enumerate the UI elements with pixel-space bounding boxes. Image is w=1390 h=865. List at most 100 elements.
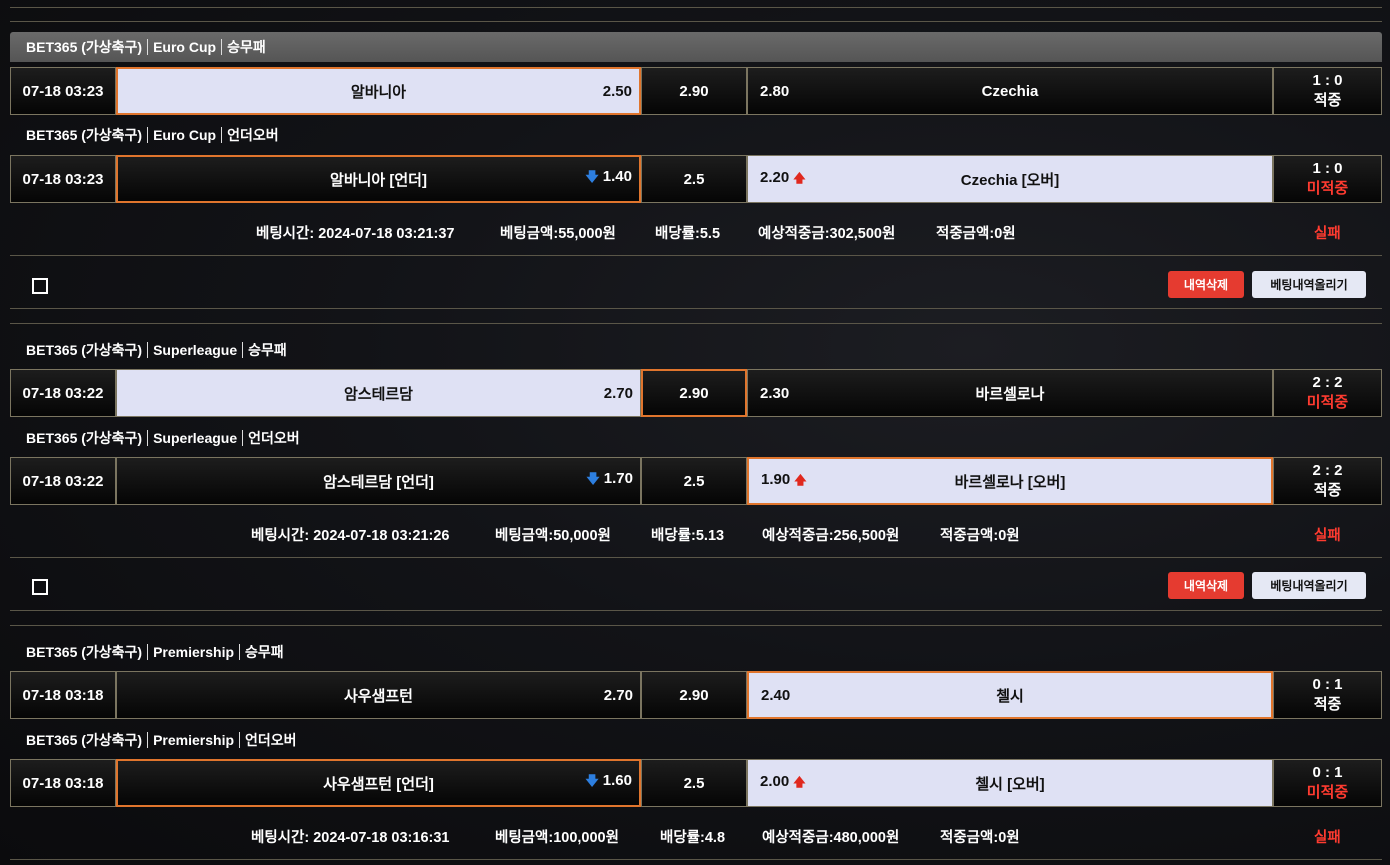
- checkbox-icon[interactable]: [32, 278, 48, 294]
- home-odds: 1.40: [602, 168, 632, 185]
- league-label: Premiership: [153, 732, 235, 748]
- home-odds: 2.70: [603, 686, 633, 704]
- group-header: BET365 (가상축구) Premiership 언더오버: [10, 725, 1382, 755]
- post-history-button[interactable]: 베팅내역올리기: [1252, 572, 1366, 599]
- arrow-down-icon: 🡇: [586, 471, 600, 486]
- away-option[interactable]: 2.20 🡅 Czechia [오버]: [747, 155, 1273, 203]
- home-odds: 1.60: [602, 772, 632, 789]
- home-option[interactable]: 암스테르담 2.70: [116, 369, 641, 417]
- delete-history-button[interactable]: 내역삭제: [1168, 572, 1244, 599]
- market-label: 언더오버: [227, 127, 279, 143]
- group-header: BET365 (가상축구) Euro Cup 승무패: [10, 32, 1382, 62]
- score: 0 : 1: [1312, 676, 1343, 693]
- bet-summary: 베팅시간: 2024-07-18 03:16:31 베팅금액:100,000원 …: [10, 820, 1382, 850]
- won-amount: 적중금액:0원: [940, 528, 1020, 544]
- bet-actions: 내역삭제 베팅내역올리기: [10, 270, 1382, 300]
- bet-time: 베팅시간: 2024-07-18 03:21:26: [251, 528, 450, 544]
- match-time: 07-18 03:23: [10, 155, 116, 203]
- draw-option[interactable]: 2.90: [641, 671, 747, 719]
- away-team: 첼시 [오버]: [975, 775, 1045, 793]
- bet-time: 베팅시간: 2024-07-18 03:21:37: [256, 226, 455, 242]
- result-cell: 1 : 0 미적중: [1273, 155, 1382, 203]
- home-odds: 2.50: [602, 82, 632, 100]
- away-team: 바르셀로나 [오버]: [954, 473, 1066, 491]
- bet-result: 실패: [1314, 830, 1341, 846]
- away-team: Czechia: [981, 82, 1039, 100]
- arrow-down-icon: 🡇: [585, 169, 599, 184]
- home-team: 사우샘프턴: [343, 687, 413, 705]
- bet-row: 07-18 03:23 알바니아 [언더] 🡇 1.40 2.5 2.20 🡅 Cz…: [10, 155, 1382, 203]
- expected-payout: 예상적중금:480,000원: [762, 830, 900, 846]
- draw-option[interactable]: 2.5: [641, 759, 747, 807]
- post-history-button[interactable]: 베팅내역올리기: [1252, 271, 1366, 298]
- away-team: Czechia [오버]: [960, 171, 1060, 189]
- draw-option[interactable]: 2.90: [641, 67, 747, 115]
- score: 2 : 2: [1312, 462, 1343, 479]
- match-time: 07-18 03:18: [10, 759, 116, 807]
- score: 0 : 1: [1312, 764, 1343, 781]
- bet-rate: 배당률:5.5: [655, 226, 721, 242]
- bet-actions: 내역삭제 베팅내역올리기: [10, 571, 1382, 601]
- market-label: 승무패: [227, 39, 266, 55]
- result-cell: 2 : 2 미적중: [1273, 369, 1382, 417]
- league-label: Euro Cup: [153, 39, 217, 55]
- status-badge: 미적중: [1306, 180, 1349, 197]
- bet-row: 07-18 03:22 암스테르담 [언더] 🡇 1.70 2.5 1.90 🡅 바…: [10, 457, 1382, 505]
- draw-option[interactable]: 2.5: [641, 457, 747, 505]
- expected-payout: 예상적중금:256,500원: [762, 528, 900, 544]
- score: 2 : 2: [1312, 374, 1343, 391]
- checkbox-icon[interactable]: [32, 579, 48, 595]
- provider-label: BET365 (가상축구): [26, 430, 143, 446]
- bet-rate: 배당률:5.13: [651, 528, 725, 544]
- home-option[interactable]: 알바니아 [언더] 🡇 1.40: [116, 155, 641, 203]
- divider: [10, 557, 1382, 558]
- score: 1 : 0: [1312, 160, 1343, 177]
- bet-summary: 베팅시간: 2024-07-18 03:21:37 베팅금액:55,000원 배…: [10, 216, 1382, 246]
- away-option[interactable]: 2.40 첼시: [747, 671, 1273, 719]
- away-option[interactable]: 1.90 🡅 바르셀로나 [오버]: [747, 457, 1273, 505]
- divider: [10, 255, 1382, 256]
- result-cell: 0 : 1 미적중: [1273, 759, 1382, 807]
- provider-label: BET365 (가상축구): [26, 342, 143, 358]
- won-amount: 적중금액:0원: [936, 226, 1016, 242]
- market-label: 승무패: [248, 342, 287, 358]
- score: 1 : 0: [1312, 72, 1343, 89]
- draw-option[interactable]: 2.90: [641, 369, 747, 417]
- home-team: 암스테르담 [언더]: [323, 473, 434, 491]
- home-option[interactable]: 사우샘프턴 2.70: [116, 671, 641, 719]
- match-time: 07-18 03:23: [10, 67, 116, 115]
- away-option[interactable]: 2.80 Czechia: [747, 67, 1273, 115]
- group-header: BET365 (가상축구) Superleague 승무패: [10, 335, 1382, 365]
- home-team: 알바니아 [언더]: [330, 171, 427, 189]
- away-team: 첼시: [996, 687, 1024, 705]
- home-option[interactable]: 알바니아 2.50: [116, 67, 641, 115]
- bet-rate: 배당률:4.8: [660, 830, 726, 846]
- expected-payout: 예상적중금:302,500원: [758, 226, 896, 242]
- away-option[interactable]: 2.00 🡅 첼시 [오버]: [747, 759, 1273, 807]
- away-option[interactable]: 2.30 바르셀로나: [747, 369, 1273, 417]
- league-label: Premiership: [153, 644, 235, 660]
- provider-label: BET365 (가상축구): [26, 644, 143, 660]
- home-odds: 1.70: [603, 470, 633, 487]
- provider-label: BET365 (가상축구): [26, 39, 143, 55]
- market-label: 언더오버: [245, 732, 297, 748]
- draw-option[interactable]: 2.5: [641, 155, 747, 203]
- bet-result: 실패: [1314, 226, 1341, 242]
- bet-amount: 베팅금액:55,000원: [500, 226, 616, 242]
- home-option[interactable]: 사우샘프턴 [언더] 🡇 1.60: [116, 759, 641, 807]
- divider: [10, 21, 1382, 22]
- home-option[interactable]: 암스테르담 [언더] 🡇 1.70: [116, 457, 641, 505]
- group-header: BET365 (가상축구) Euro Cup 언더오버: [10, 120, 1382, 150]
- match-time: 07-18 03:22: [10, 457, 116, 505]
- status-badge: 미적중: [1306, 784, 1349, 801]
- divider: [10, 7, 1382, 8]
- result-cell: 1 : 0 적중: [1273, 67, 1382, 115]
- home-team: 암스테르담: [343, 385, 413, 403]
- delete-history-button[interactable]: 내역삭제: [1168, 271, 1244, 298]
- league-label: Superleague: [153, 430, 238, 446]
- result-cell: 2 : 2 적중: [1273, 457, 1382, 505]
- status-badge: 적중: [1313, 92, 1342, 109]
- divider: [10, 308, 1382, 309]
- market-label: 승무패: [245, 644, 284, 660]
- market-label: 언더오버: [248, 430, 300, 446]
